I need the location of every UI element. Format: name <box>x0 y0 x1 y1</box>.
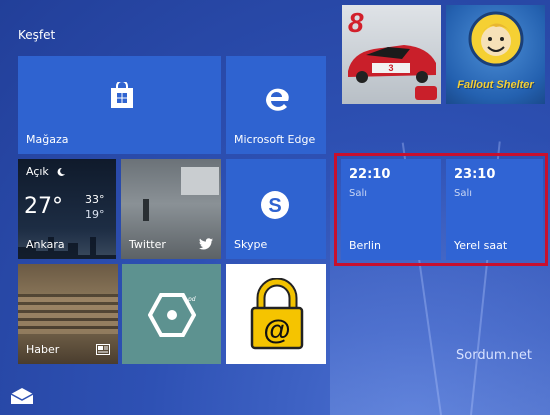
weather-temperature: 27° <box>24 194 63 219</box>
edge-e-icon <box>266 88 289 111</box>
group-title: Keşfet <box>18 28 56 42</box>
weather-high: 33° <box>85 193 105 206</box>
gameloft-badge <box>415 86 437 100</box>
edge-tile[interactable]: Microsoft Edge <box>226 56 326 154</box>
skype-logo-icon: S <box>261 191 289 219</box>
weather-condition: Açık <box>26 165 49 178</box>
weather-city: Ankara <box>26 238 65 251</box>
edge-label: Microsoft Edge <box>234 133 316 146</box>
vault-boy-icon <box>468 11 524 67</box>
asphalt-8-tile[interactable]: 8 3 <box>342 5 441 104</box>
svg-text:S: S <box>268 195 281 217</box>
twitter-bird-icon <box>199 238 213 250</box>
moon-icon <box>57 167 65 176</box>
news-tile[interactable]: Haber <box>18 264 118 364</box>
hexagon-app-icon: pdf <box>148 293 196 337</box>
weather-low: 19° <box>85 208 105 221</box>
watermark: Sordum.net <box>456 348 532 363</box>
fallout-shelter-tile[interactable]: Fallout Shelter <box>446 5 545 104</box>
svg-text:3: 3 <box>388 63 393 73</box>
store-tile[interactable]: Mağaza <box>18 56 221 154</box>
mail-icon[interactable] <box>10 387 34 405</box>
svg-text:@: @ <box>263 314 290 345</box>
twitter-tile[interactable]: Twitter <box>121 159 221 259</box>
twitter-photo-person <box>143 199 149 221</box>
news-photo-rows <box>18 294 118 334</box>
race-car-image: 3 <box>348 45 436 83</box>
newspaper-icon <box>96 344 110 355</box>
svg-text:pdf: pdf <box>187 296 196 303</box>
weather-tile[interactable]: Açık 27° 33° 19° Ankara <box>18 159 116 259</box>
pdf-app-tile[interactable]: pdf <box>122 264 221 364</box>
store-bag-icon <box>111 82 133 108</box>
twitter-label: Twitter <box>129 238 166 251</box>
red-highlight-box <box>334 153 548 266</box>
lock-app-tile[interactable]: @ <box>226 264 326 364</box>
skype-label: Skype <box>234 238 268 251</box>
store-label: Mağaza <box>26 133 69 146</box>
twitter-photo-building <box>181 167 219 195</box>
skype-tile[interactable]: S Skype <box>226 159 326 259</box>
padlock-at-icon: @ <box>250 278 304 350</box>
fallout-shelter-logo: Fallout Shelter <box>457 79 534 91</box>
news-label: Haber <box>26 343 60 356</box>
